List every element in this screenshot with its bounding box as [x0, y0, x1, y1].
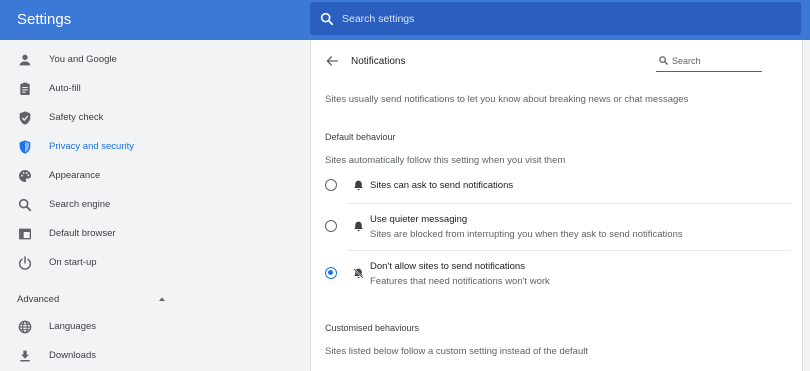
advanced-section-label[interactable]: Advanced [17, 294, 59, 305]
bell-icon [354, 221, 363, 232]
sidebar-item-search-engine[interactable]: Search engine [0, 191, 300, 220]
sidebar-item-label: Default browser [49, 228, 116, 239]
option-label-quieter-messaging: Use quieter messaging [370, 214, 468, 225]
globe-icon [18, 320, 32, 334]
sidebar-item-auto-fill[interactable]: Auto-fill [0, 75, 300, 104]
search-icon [18, 198, 32, 212]
app-title: Settings [17, 11, 72, 28]
search-icon [320, 12, 334, 26]
power-icon [18, 256, 32, 270]
notifications-search-input[interactable] [672, 54, 760, 68]
sidebar-item-on-start-up[interactable]: On start-up [0, 249, 300, 278]
clipboard-icon [20, 82, 30, 95]
search-icon [659, 56, 668, 65]
back-arrow-icon[interactable] [324, 53, 340, 69]
bell-off-icon [353, 268, 364, 279]
page-description: Sites usually send notifications to let … [325, 94, 689, 105]
app-header: Settings [0, 0, 810, 40]
notifications-search[interactable] [656, 52, 762, 72]
settings-search-bar[interactable] [310, 2, 801, 35]
sidebar-item-you-and-google[interactable]: You and Google [0, 46, 300, 75]
bell-icon [354, 180, 363, 191]
caret-up-icon[interactable] [157, 295, 167, 303]
option-sublabel-quieter-messaging: Sites are blocked from interrupting you … [370, 229, 683, 240]
radio-quieter-messaging[interactable] [325, 220, 337, 232]
default-behaviour-description: Sites automatically follow this setting … [325, 155, 566, 166]
sidebar-item-label: Auto-fill [49, 83, 81, 94]
option-divider [348, 250, 791, 251]
sidebar-item-languages[interactable]: Languages [0, 313, 300, 342]
sidebar-item-safety-check[interactable]: Safety check [0, 104, 300, 133]
sidebar-item-downloads[interactable]: Downloads [0, 342, 300, 371]
sidebar: You and Google Auto-fill Safety check Pr… [0, 40, 309, 371]
sidebar-item-label: On start-up [49, 257, 97, 268]
radio-allow-ask[interactable] [325, 179, 337, 191]
customised-behaviours-description: Sites listed below follow a custom setti… [325, 346, 588, 357]
sidebar-item-label: You and Google [49, 54, 117, 65]
shield-icon [19, 140, 31, 154]
sidebar-item-label: Languages [49, 321, 97, 332]
sidebar-item-privacy-and-security[interactable]: Privacy and security [0, 133, 300, 162]
sidebar-item-label: Privacy and security [49, 141, 135, 152]
option-label-dont-allow: Don't allow sites to send notifications [370, 261, 525, 272]
download-icon [20, 350, 30, 362]
sidebar-item-label: Safety check [49, 112, 104, 123]
sidebar-item-appearance[interactable]: Appearance [0, 162, 300, 191]
page-title: Notifications [351, 56, 406, 67]
sidebar-item-default-browser[interactable]: Default browser [0, 220, 300, 249]
default-behaviour-heading: Default behaviour [325, 132, 396, 142]
radio-dont-allow[interactable] [325, 267, 337, 279]
option-label-allow-ask: Sites can ask to send notifications [370, 180, 514, 191]
sidebar-item-label: Downloads [49, 350, 96, 361]
person-icon [19, 54, 31, 66]
notifications-panel: Notifications Sites usually send notific… [310, 40, 803, 371]
option-sublabel-dont-allow: Features that need notifications won't w… [370, 276, 550, 287]
shield-check-icon [19, 111, 31, 125]
settings-search-input[interactable] [342, 8, 782, 30]
sidebar-item-label: Search engine [49, 199, 111, 210]
sidebar-item-label: Appearance [49, 170, 101, 181]
customised-behaviours-heading: Customised behaviours [325, 323, 420, 333]
option-divider [348, 203, 791, 204]
browser-window-icon [19, 228, 31, 240]
palette-icon [19, 170, 31, 182]
